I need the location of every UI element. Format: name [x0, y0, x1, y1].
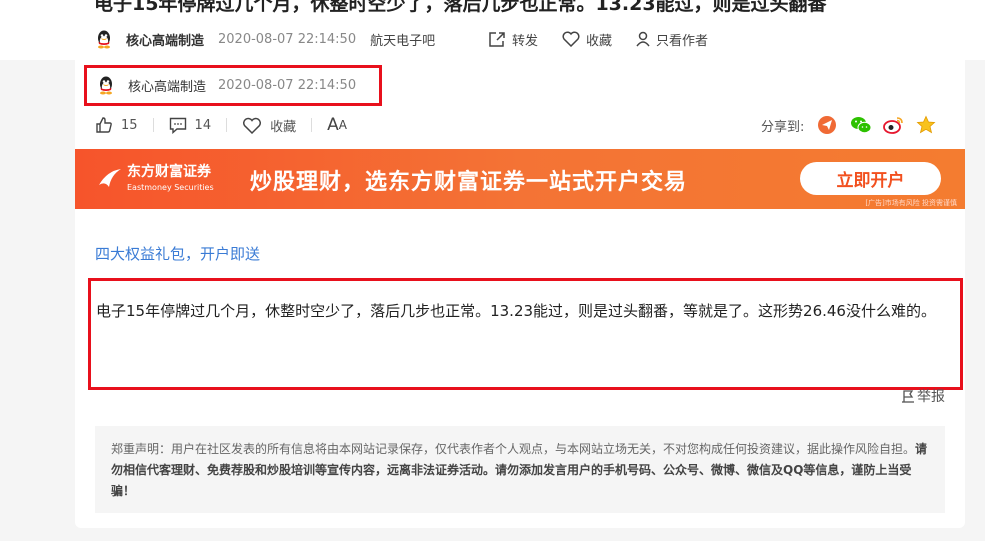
post-card: 核心高端制造 2020-08-07 22:14:50 15 14 收藏 AA 分… [75, 60, 965, 528]
post-meta: 核心高端制造 2020-08-07 22:14:50 [96, 74, 370, 96]
font-size-small: A [338, 118, 347, 132]
report-label: 举报 [917, 389, 945, 405]
favorite-label: 收藏 [270, 119, 297, 135]
favorite-button[interactable]: 收藏 [242, 116, 296, 135]
favorite-label: 收藏 [586, 33, 613, 49]
like-count: 15 [121, 117, 138, 133]
share-button[interactable]: 转发 [488, 30, 538, 49]
share-label: 分享到: [761, 119, 805, 135]
logo-text-en: Eastmoney Securities [127, 183, 214, 192]
open-account-button[interactable]: 立即开户 [800, 162, 941, 195]
divider [226, 118, 228, 132]
promo-link[interactable]: 四大权益礼包，开户即送 [95, 243, 260, 264]
font-size-big: A [327, 115, 339, 135]
wechat-icon[interactable] [850, 115, 872, 135]
post-stats: 15 14 收藏 AA [95, 115, 347, 135]
report-icon [902, 390, 914, 403]
like-button[interactable]: 15 [95, 116, 138, 134]
page-title: 电子15年停牌过几个月，休整时空少了，落后几步也正常。13.23能过，则是过头翻… [94, 0, 827, 15]
heart-icon [243, 117, 262, 134]
divider [152, 118, 154, 132]
eastmoney-logo: 东方财富证券 Eastmoney Securities [97, 161, 227, 199]
post-timestamp: 2020-08-07 22:14:50 [218, 31, 357, 47]
avatar[interactable] [96, 75, 116, 95]
sticky-header: 电子15年停牌过几个月，休整时空少了，落后几步也正常。13.23能过，则是过头翻… [0, 0, 985, 60]
ad-disclaimer: [广告]市场有风险 投资需谨慎 [865, 199, 957, 207]
disclaimer-box: 郑重声明：用户在社区发表的所有信息将由本网站记录保存，仅代表作者个人观点，与本网… [95, 426, 945, 513]
disclaimer-intro: 郑重声明：用户在社区发表的所有信息将由本网站记录保存，仅代表作者个人观点，与本网… [111, 442, 916, 456]
user-icon [636, 31, 650, 47]
favorite-button[interactable]: 收藏 [562, 30, 612, 49]
author-only-button[interactable]: 只看作者 [636, 30, 708, 49]
comment-button[interactable]: 14 [169, 117, 212, 134]
logo-text-cn: 东方财富证券 [127, 164, 211, 180]
author-name[interactable]: 核心高端制造 [128, 76, 206, 95]
header-meta: 核心高端制造 2020-08-07 22:14:50 航天电子吧 [94, 29, 435, 49]
divider [311, 118, 313, 132]
ad-banner[interactable]: 东方财富证券 Eastmoney Securities 炒股理财，选东方财富证券… [75, 149, 965, 209]
banner-slogan: 炒股理财，选东方财富证券一站式开户交易 [250, 170, 688, 195]
share-label: 转发 [512, 33, 539, 49]
post-timestamp: 2020-08-07 22:14:50 [218, 77, 357, 93]
share-bar: 分享到: [761, 115, 936, 135]
qzone-star-icon[interactable] [916, 115, 936, 135]
heart-icon [562, 31, 580, 47]
thumbs-up-icon [96, 117, 112, 133]
avatar[interactable] [94, 29, 114, 49]
header-actions: 转发 收藏 只看作者 [488, 29, 732, 49]
post-content: 电子15年停牌过几个月，休整时空少了，落后几步也正常。13.23能过，则是过头翻… [96, 302, 936, 320]
author-name[interactable]: 核心高端制造 [126, 30, 204, 49]
share-icon [489, 31, 505, 47]
weibo-icon[interactable] [883, 115, 904, 135]
forum-bar-link[interactable]: 航天电子吧 [370, 30, 435, 49]
report-button[interactable]: 举报 [901, 386, 945, 406]
logo-icon [99, 169, 121, 187]
comment-icon [169, 117, 186, 134]
font-size-toggle[interactable]: AA [327, 115, 347, 135]
qq-space-icon[interactable] [817, 115, 837, 135]
author-only-label: 只看作者 [656, 33, 709, 49]
comment-count: 14 [194, 117, 212, 133]
